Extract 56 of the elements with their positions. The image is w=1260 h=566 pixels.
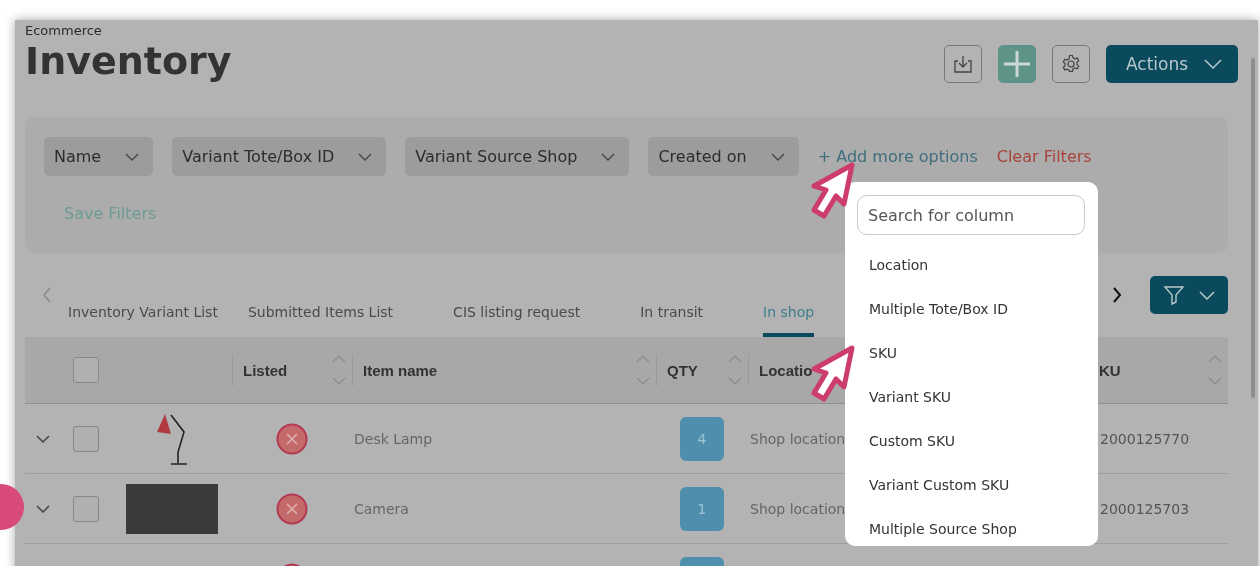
filter-dropdown[interactable]: Created on [648, 137, 799, 176]
sort-icon[interactable] [636, 355, 650, 385]
select-all-checkbox[interactable] [73, 357, 99, 383]
row-checkbox[interactable] [73, 425, 99, 452]
breadcrumb[interactable]: Ecommerce [25, 23, 232, 38]
chevron-down-icon [770, 152, 785, 161]
chevron-down-icon [1199, 290, 1215, 300]
column-header[interactable]: Locatio [759, 361, 813, 379]
menu-item[interactable]: Location [857, 243, 1086, 287]
quantity-badge: 4 [680, 416, 724, 461]
tab[interactable]: In transit [640, 253, 734, 337]
page-title: Inventory [25, 38, 232, 84]
table-cell-text: 2000125703 [1099, 500, 1190, 517]
add-button[interactable] [998, 45, 1036, 83]
chevron-down-icon [358, 152, 373, 161]
filter-icon [1163, 284, 1185, 306]
row-checkbox[interactable] [73, 495, 99, 522]
menu-item[interactable]: Variant Custom SKU [857, 463, 1086, 507]
chevron-down-icon [601, 152, 616, 161]
download-icon [952, 53, 974, 75]
sort-icon[interactable] [1208, 355, 1222, 385]
column-header[interactable]: QTY [667, 361, 698, 379]
filter-menu-button[interactable] [1150, 276, 1228, 314]
chevron-left-icon[interactable] [42, 287, 52, 303]
plus-icon [1002, 49, 1032, 79]
settings-button[interactable] [1052, 45, 1090, 83]
settings-icon [1061, 54, 1081, 74]
tab[interactable]: Inventory Variant List [68, 253, 218, 337]
table-cell: Desk Lamp [354, 430, 433, 447]
column-header[interactable]: Listed [243, 361, 288, 379]
download-button[interactable] [944, 45, 982, 83]
filter-dropdown[interactable]: Variant Tote/Box ID [172, 137, 387, 176]
table-cell-text: 2000125770 [1099, 430, 1190, 447]
filter-dropdown[interactable]: Variant Source Shop [405, 137, 630, 176]
chevron-down-icon [1204, 59, 1222, 69]
scrollbar-thumb[interactable] [1251, 58, 1255, 398]
filter-dropdown[interactable]: Name [44, 137, 154, 176]
actions-button[interactable]: Actions [1106, 45, 1238, 83]
column-header[interactable]: Item name [363, 361, 438, 379]
tab[interactable]: Submitted Items List [247, 253, 424, 337]
table-cell: Camera [354, 500, 409, 517]
chevron-down-icon[interactable] [35, 504, 50, 513]
tab[interactable]: CIS listing request [453, 253, 611, 337]
menu-item[interactable]: Multiple Source Shop [857, 507, 1086, 551]
sort-icon[interactable] [332, 355, 346, 385]
column-header[interactable]: KU [1099, 361, 1121, 379]
menu-item[interactable]: Multiple Tote/Box ID [857, 287, 1086, 331]
chevron-down-icon[interactable] [35, 434, 50, 443]
table-cell: Shop location [750, 500, 846, 517]
quantity-badge: 1 [680, 486, 724, 531]
search-field[interactable]: Search for column [857, 195, 1085, 235]
table-cell: Shop location [750, 430, 846, 447]
chevron-right-icon[interactable] [1112, 287, 1122, 303]
sort-icon[interactable] [728, 355, 742, 385]
chevron-down-icon [125, 152, 140, 161]
menu-item[interactable]: Custom SKU [857, 419, 1086, 463]
